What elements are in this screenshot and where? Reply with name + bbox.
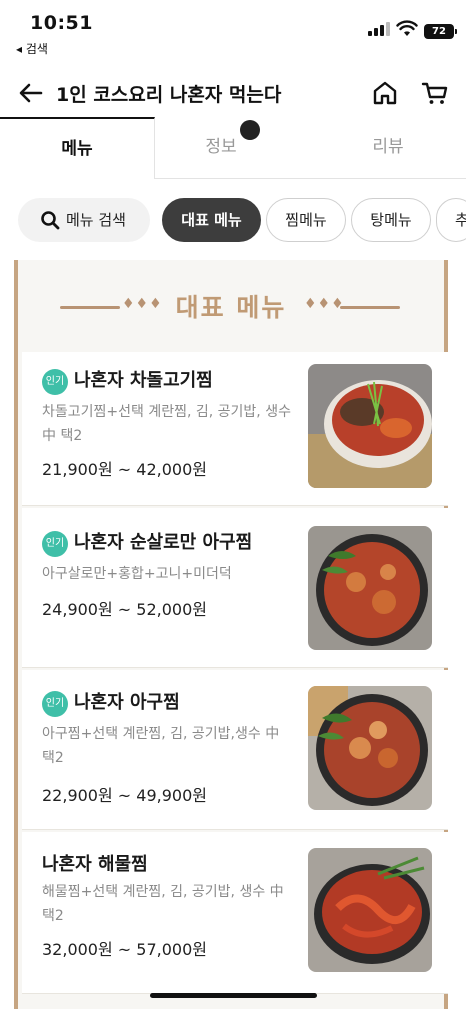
menu-item-title: 나혼자 해물찜 — [42, 854, 148, 875]
chip-label: 탕메뉴 — [370, 211, 412, 229]
status-time: 10:51 — [30, 12, 93, 34]
wifi-icon — [396, 20, 418, 36]
megaphone-icon — [239, 120, 260, 150]
banner-divider-right — [340, 306, 400, 309]
menu-item-description: 아구살로만+홍합+고니+미더덕 — [42, 566, 232, 582]
category-chip-row: 메뉴 검색 대표 메뉴 찜메뉴 탕메뉴 추 — [0, 188, 466, 254]
search-icon — [41, 211, 60, 230]
chip-jjim-menu[interactable]: 찜메뉴 — [266, 198, 346, 242]
menu-item-description: 아구찜+선택 계란찜, 김, 공기밥,생수 中 택2 — [42, 726, 280, 766]
section-banner: ♦♦♦ 대표 메뉴 ♦♦♦ — [18, 260, 444, 350]
chip-more-menu[interactable]: 추 — [436, 198, 466, 242]
popular-badge: 인기 — [42, 691, 68, 717]
chip-signature-menu[interactable]: 대표 메뉴 — [162, 198, 261, 242]
status-bar: 10:51 ◂ 검색 72 — [0, 0, 466, 64]
chip-label: 추 — [455, 211, 466, 229]
menu-item-name: 나혼자 해물찜 — [42, 850, 148, 876]
menu-item-photo — [308, 848, 432, 972]
back-arrow-icon[interactable] — [16, 78, 46, 108]
menu-panel: ♦♦♦ 대표 메뉴 ♦♦♦ 인기 나혼자 차돌고기찜 차돌고기찜+선택 계란찜, … — [14, 260, 448, 1009]
cart-icon[interactable] — [420, 78, 450, 108]
store-title: 1인 코스요리 나혼자 먹는다 — [56, 84, 282, 106]
menu-item-photo — [308, 686, 432, 810]
menu-item-description: 해물찜+선택 계란찜, 김, 공기밥, 생수 中 택2 — [42, 884, 284, 924]
menu-item-name: 인기 나혼자 아구찜 — [42, 688, 180, 717]
menu-item-photo — [308, 364, 432, 488]
battery-icon: 72 — [424, 24, 457, 39]
menu-search-button[interactable]: 메뉴 검색 — [18, 198, 150, 242]
menu-item[interactable]: 나혼자 해물찜 해물찜+선택 계란찜, 김, 공기밥, 생수 中 택2 32,0… — [22, 832, 448, 994]
menu-item-price: 24,900원 ~ 52,000원 — [42, 600, 207, 619]
menu-item[interactable]: 인기 나혼자 아구찜 아구찜+선택 계란찜, 김, 공기밥,생수 中 택2 22,… — [22, 670, 448, 830]
menu-item-description: 차돌고기찜+선택 계란찜, 김, 공기밥, 생수 中 택2 — [42, 404, 291, 444]
menu-item[interactable]: 인기 나혼자 순살로만 아구찜 아구살로만+홍합+고니+미더덕 24,900원 ~… — [22, 508, 448, 668]
tab-menu-label: 메뉴 — [61, 139, 93, 159]
menu-item-title: 나혼자 순살로만 아구찜 — [74, 532, 253, 553]
app-header: 1인 코스요리 나혼자 먹는다 — [0, 64, 466, 120]
back-to-search-link[interactable]: ◂ 검색 — [16, 40, 48, 57]
popular-badge: 인기 — [42, 531, 68, 557]
menu-item-price: 22,900원 ~ 49,900원 — [42, 786, 207, 805]
menu-item-name: 인기 나혼자 순살로만 아구찜 — [42, 528, 252, 557]
signal-icon — [368, 22, 390, 36]
menu-search-label: 메뉴 검색 — [66, 211, 126, 229]
chip-tang-menu[interactable]: 탕메뉴 — [351, 198, 431, 242]
menu-item[interactable]: 인기 나혼자 차돌고기찜 차돌고기찜+선택 계란찜, 김, 공기밥, 생수 中 택… — [22, 352, 448, 506]
store-tabs: 메뉴 정보 리뷰 — [0, 117, 466, 179]
popular-badge: 인기 — [42, 369, 68, 395]
tab-reviews[interactable]: 리뷰 — [310, 117, 466, 179]
tab-info[interactable]: 정보 — [155, 117, 310, 179]
menu-item-price: 21,900원 ~ 42,000원 — [42, 460, 207, 479]
banner-ornament-right: ♦♦♦ — [304, 296, 345, 312]
menu-item-title: 나혼자 아구찜 — [74, 692, 180, 713]
menu-item-photo — [308, 526, 432, 650]
home-indicator[interactable] — [150, 993, 317, 998]
chip-label: 찜메뉴 — [285, 211, 327, 229]
menu-item-title: 나혼자 차돌고기찜 — [74, 370, 213, 391]
chip-label: 대표 메뉴 — [181, 211, 242, 229]
tab-info-label: 정보 — [205, 137, 237, 157]
menu-item-price: 32,000원 ~ 57,000원 — [42, 940, 207, 959]
tab-menu[interactable]: 메뉴 — [0, 117, 155, 179]
tab-reviews-label: 리뷰 — [372, 137, 404, 157]
home-icon[interactable] — [370, 78, 400, 108]
menu-item-name: 인기 나혼자 차돌고기찜 — [42, 366, 213, 395]
